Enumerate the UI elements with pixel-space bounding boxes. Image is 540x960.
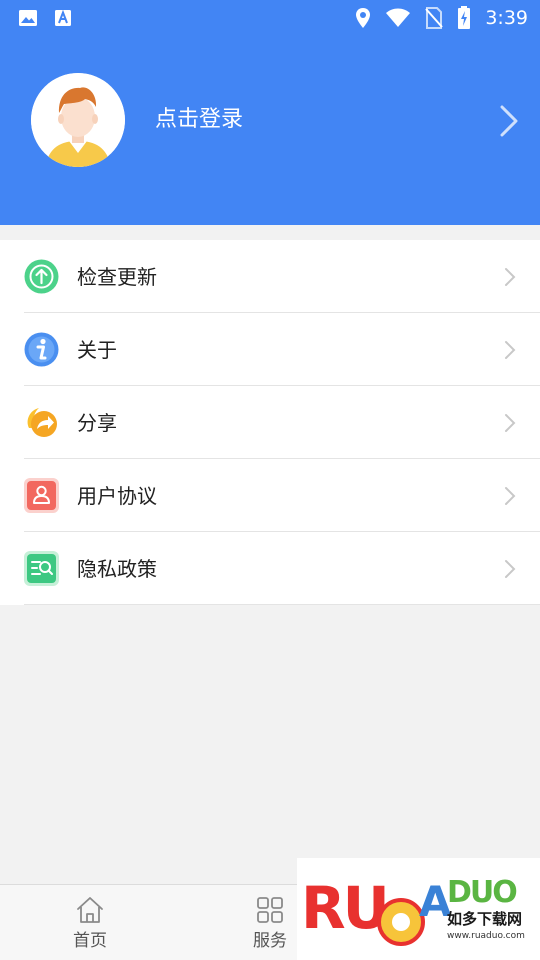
chevron-right-icon xyxy=(505,560,516,578)
chevron-right-icon xyxy=(505,268,516,286)
ruoaduo-logo-icon: RU A DUO 如多下载网 www.ruaduo.com xyxy=(297,858,540,960)
menu-item-privacy-policy[interactable]: 隐私政策 xyxy=(0,532,540,605)
status-time: 3:39 xyxy=(485,7,528,29)
svg-text:RU: RU xyxy=(301,874,387,942)
chevron-right-icon xyxy=(505,341,516,359)
chevron-right-icon[interactable] xyxy=(496,104,522,138)
status-bar: 3:39 xyxy=(0,0,540,36)
watermark-logo: RU A DUO 如多下载网 www.ruaduo.com xyxy=(297,858,540,960)
no-sim-icon xyxy=(425,7,444,29)
svg-text:www.ruaduo.com: www.ruaduo.com xyxy=(447,931,525,941)
menu-item-label: 用户协议 xyxy=(77,484,157,508)
menu-item-label: 关于 xyxy=(77,338,117,362)
battery-charging-icon xyxy=(458,6,471,29)
user-avatar-icon xyxy=(31,73,125,167)
chevron-right-icon xyxy=(505,414,516,432)
wifi-icon xyxy=(386,8,411,27)
location-icon xyxy=(356,8,371,28)
menu-item-about[interactable]: 关于 xyxy=(0,313,540,386)
privacy-policy-icon xyxy=(24,551,59,586)
menu-item-share[interactable]: 分享 xyxy=(0,386,540,459)
text-a-icon xyxy=(55,9,71,26)
svg-text:DUO: DUO xyxy=(447,875,516,910)
menu-item-user-agreement[interactable]: 用户协议 xyxy=(0,459,540,532)
chevron-right-icon xyxy=(505,487,516,505)
share-icon xyxy=(27,408,57,437)
update-icon xyxy=(24,259,59,294)
header: 3:39 点击登录 xyxy=(0,0,540,225)
user-agreement-icon xyxy=(24,478,59,513)
menu-item-check-update[interactable]: 检查更新 xyxy=(0,240,540,313)
menu-item-label: 检查更新 xyxy=(77,265,157,289)
profile-login-row[interactable]: 点击登录 xyxy=(0,60,540,180)
image-icon xyxy=(19,10,37,26)
menu-item-label: 隐私政策 xyxy=(77,557,157,581)
nav-item-home[interactable]: 首页 xyxy=(0,885,180,960)
home-icon xyxy=(77,897,103,923)
avatar[interactable] xyxy=(31,73,125,167)
nav-label-home: 首页 xyxy=(73,931,107,951)
svg-text:如多下载网: 如多下载网 xyxy=(447,910,522,928)
grid-icon xyxy=(257,897,283,923)
settings-menu: 检查更新 关于 分享 用户协议 隐私政策 xyxy=(0,240,540,605)
menu-item-label: 分享 xyxy=(77,411,117,435)
login-label[interactable]: 点击登录 xyxy=(155,104,243,136)
info-icon xyxy=(24,332,59,367)
